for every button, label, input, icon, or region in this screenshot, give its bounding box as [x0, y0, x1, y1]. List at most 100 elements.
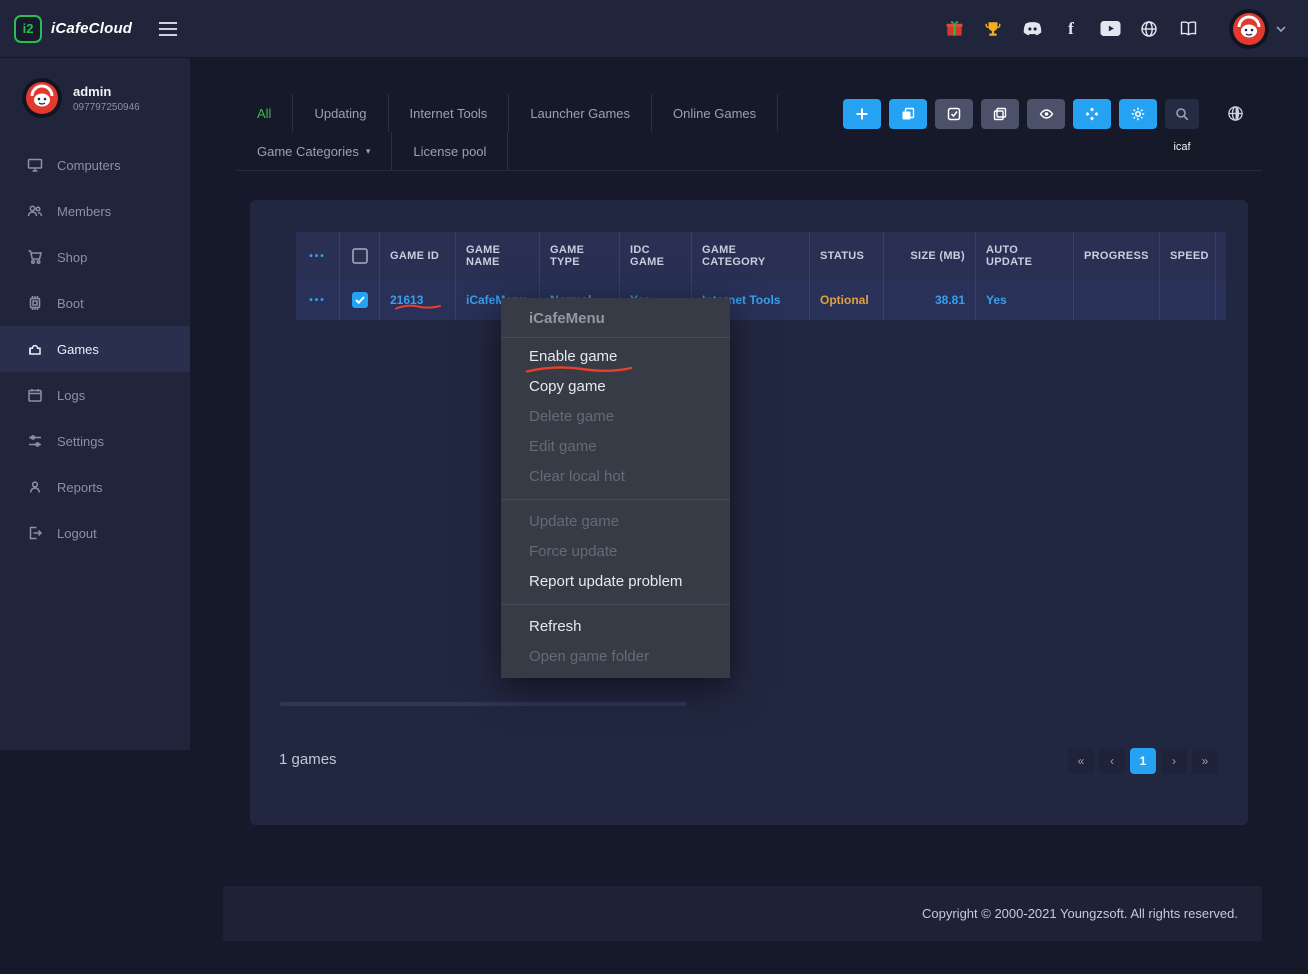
column-status[interactable]: STATUS [810, 232, 884, 280]
tab-online-games[interactable]: Online Games [652, 94, 778, 132]
games-count: 1 games [279, 751, 337, 768]
column-game-id[interactable]: GAME ID [380, 232, 456, 280]
logout-icon [27, 525, 43, 541]
youtube-icon[interactable] [1099, 18, 1121, 40]
table-row[interactable]: ••• 21613 iCafeMenu Normal Yes Internet … [296, 280, 1226, 320]
menu-item-copy-game[interactable]: Copy game [501, 372, 730, 402]
pagination-page-1-button[interactable]: 1 [1130, 748, 1156, 774]
column-progress[interactable]: PROGRESS [1074, 232, 1160, 280]
chevron-down-icon [1276, 26, 1286, 32]
cell-update [1216, 280, 1226, 320]
profile-menu[interactable] [1229, 9, 1286, 49]
cell-speed [1160, 280, 1216, 320]
duplicate-button[interactable] [981, 99, 1019, 129]
tasks-button[interactable] [935, 99, 973, 129]
add-icon [855, 107, 869, 121]
sidebar-item-reports[interactable]: Reports [0, 464, 190, 510]
sidebar-item-shop[interactable]: Shop [0, 234, 190, 280]
header-social-icons: f [943, 18, 1199, 40]
gift-icon[interactable] [943, 18, 965, 40]
tab-game-categories[interactable]: Game Categories ▾ [236, 132, 392, 170]
services-button[interactable] [1119, 99, 1157, 129]
pagination-prev-button[interactable]: ‹ [1099, 748, 1125, 774]
docs-icon[interactable] [1177, 18, 1199, 40]
tab-updating[interactable]: Updating [293, 94, 388, 132]
menu-divider [501, 499, 730, 500]
sidebar-avatar [22, 78, 62, 118]
tab-license-pool[interactable]: License pool [392, 132, 508, 170]
column-update[interactable]: U [1216, 232, 1226, 280]
menu-item-force-update: Force update [501, 537, 730, 567]
menu-item-refresh[interactable]: Refresh [501, 612, 730, 642]
row-checkbox-cell [340, 280, 380, 320]
menu-item-enable-game[interactable]: Enable game [501, 342, 730, 372]
row-checkbox[interactable] [352, 292, 368, 308]
view-button[interactable] [1027, 99, 1065, 129]
menu-item-update-game: Update game [501, 507, 730, 537]
sidebar-item-label: Settings [57, 434, 104, 449]
select-all-checkbox[interactable] [340, 232, 380, 280]
brand[interactable]: i2 iCafeCloud [0, 15, 132, 43]
sidebar-item-logout[interactable]: Logout [0, 510, 190, 556]
sidebar-item-settings[interactable]: Settings [0, 418, 190, 464]
facebook-icon[interactable]: f [1060, 18, 1082, 40]
sidebar-item-computers[interactable]: Computers [0, 142, 190, 188]
language-globe-icon[interactable] [1227, 105, 1244, 122]
cell-status: Optional [810, 280, 884, 320]
column-speed[interactable]: SPEED [1160, 232, 1216, 280]
trophy-icon[interactable] [982, 18, 1004, 40]
column-auto-update[interactable]: AUTO UPDATE [976, 232, 1074, 280]
tab-launcher-games[interactable]: Launcher Games [509, 94, 652, 132]
sidebar-item-label: Games [57, 342, 99, 357]
copy-games-button[interactable] [889, 99, 927, 129]
avatar [1229, 9, 1269, 49]
globe-icon[interactable] [1138, 18, 1160, 40]
tab-internet-tools[interactable]: Internet Tools [389, 94, 510, 132]
sidebar: admin 097797250946 Computers Members Sho… [0, 58, 190, 750]
reports-icon [27, 479, 43, 495]
main-content: All Updating Internet Tools Launcher Gam… [190, 58, 1308, 974]
sidebar-item-label: Logs [57, 388, 85, 403]
menu-divider [501, 604, 730, 605]
column-size-mb[interactable]: SIZE (MB) [884, 232, 976, 280]
sidebar-user[interactable]: admin 097797250946 [0, 58, 190, 134]
column-idc-game[interactable]: IDC GAME [620, 232, 692, 280]
column-game-name[interactable]: GAME NAME [456, 232, 540, 280]
user-account: 097797250946 [73, 102, 140, 113]
sidebar-item-label: Boot [57, 296, 84, 311]
search-input[interactable]: icaf [1165, 133, 1199, 160]
sidebar-item-games[interactable]: Games [0, 326, 190, 372]
pagination: « ‹ 1 › » [1068, 748, 1218, 774]
chevron-down-icon: ▾ [366, 146, 371, 157]
search-button[interactable] [1165, 99, 1199, 129]
user-name: admin [73, 84, 140, 99]
table-header-row: ••• GAME ID GAME NAME GAME TYPE IDC GAME… [296, 232, 1226, 280]
pagination-last-button[interactable]: » [1192, 748, 1218, 774]
pagination-first-button[interactable]: « [1068, 748, 1094, 774]
sidebar-item-members[interactable]: Members [0, 188, 190, 234]
column-game-type[interactable]: GAME TYPE [540, 232, 620, 280]
tab-all[interactable]: All [236, 94, 293, 132]
apps-button[interactable] [1073, 99, 1111, 129]
pagination-next-button[interactable]: › [1161, 748, 1187, 774]
menu-item-report-update-problem[interactable]: Report update problem [501, 567, 730, 597]
duplicate-icon [993, 107, 1007, 121]
horizontal-scrollbar[interactable] [279, 702, 687, 706]
tabs-divider [236, 170, 1262, 171]
row-actions-button[interactable]: ••• [309, 295, 326, 306]
add-game-button[interactable] [843, 99, 881, 129]
column-game-category[interactable]: GAME CATEGORY [692, 232, 810, 280]
discord-icon[interactable] [1021, 18, 1043, 40]
footer-bar: Copyright © 2000-2021 Youngzsoft. All ri… [223, 886, 1262, 941]
brand-name: iCafeCloud [51, 20, 132, 37]
sidebar-nav: Computers Members Shop Boot Games Logs S… [0, 142, 190, 556]
logs-icon [27, 387, 43, 403]
boot-icon [27, 295, 43, 311]
copyright-text: Copyright © 2000-2021 Youngzsoft. All ri… [922, 906, 1238, 921]
cell-game-id[interactable]: 21613 [380, 280, 456, 320]
sidebar-item-boot[interactable]: Boot [0, 280, 190, 326]
sidebar-item-logs[interactable]: Logs [0, 372, 190, 418]
shop-icon [27, 249, 43, 265]
menu-toggle-button[interactable] [154, 17, 182, 41]
menu-item-clear-local-hot: Clear local hot [501, 462, 730, 492]
